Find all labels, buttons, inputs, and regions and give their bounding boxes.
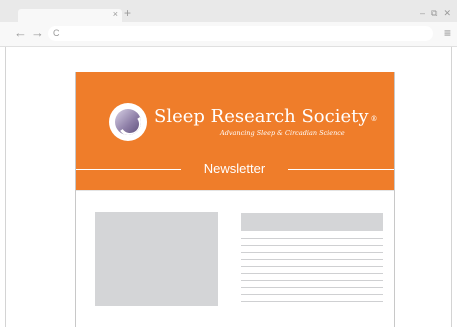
- newsletter-banner: Sleep Research Society ® Advancing Sleep …: [76, 72, 394, 190]
- text-line-placeholder: [241, 259, 383, 260]
- text-line-placeholder: [241, 280, 383, 281]
- browser-menu-icon[interactable]: ≡: [444, 26, 451, 40]
- divider-left: [76, 169, 181, 170]
- registered-mark: ®: [370, 115, 378, 123]
- text-line-placeholder: [241, 273, 383, 274]
- organization-tagline: Advancing Sleep & Circadian Science: [220, 129, 345, 137]
- text-line-placeholder: [241, 252, 383, 253]
- tab-close-icon[interactable]: ×: [113, 8, 118, 21]
- text-line-placeholder: [241, 266, 383, 267]
- tab-strip: × + – ⧉ ✕: [0, 0, 457, 22]
- logo-swirl-icon: [115, 109, 141, 135]
- new-tab-button[interactable]: +: [124, 6, 131, 20]
- text-line-placeholder: [241, 287, 383, 288]
- text-line-placeholder: [241, 294, 383, 295]
- newsletter-email: Sleep Research Society ® Advancing Sleep …: [75, 72, 395, 328]
- minimize-icon[interactable]: –: [420, 8, 425, 18]
- heading-placeholder: [241, 213, 383, 231]
- browser-tab[interactable]: ×: [18, 9, 122, 22]
- text-line-placeholder: [241, 238, 383, 239]
- newsletter-content: [76, 190, 394, 328]
- window-controls: – ⧉ ✕: [420, 8, 451, 18]
- image-placeholder: [95, 212, 218, 306]
- organization-name: Sleep Research Society ®: [154, 106, 378, 127]
- divider-right: [288, 169, 394, 170]
- forward-arrow-icon[interactable]: →: [31, 25, 44, 41]
- section-title: Newsletter: [203, 161, 266, 176]
- text-line-placeholder: [241, 245, 383, 246]
- sleep-research-society-logo: [109, 103, 147, 141]
- back-arrow-icon[interactable]: ←: [14, 25, 27, 41]
- text-line-placeholder: [241, 301, 383, 302]
- close-window-icon[interactable]: ✕: [443, 8, 451, 18]
- restore-icon[interactable]: ⧉: [431, 8, 437, 18]
- reload-icon[interactable]: C: [53, 26, 60, 41]
- browser-toolbar: ← → C ≡: [0, 22, 457, 47]
- address-bar[interactable]: C: [48, 26, 433, 41]
